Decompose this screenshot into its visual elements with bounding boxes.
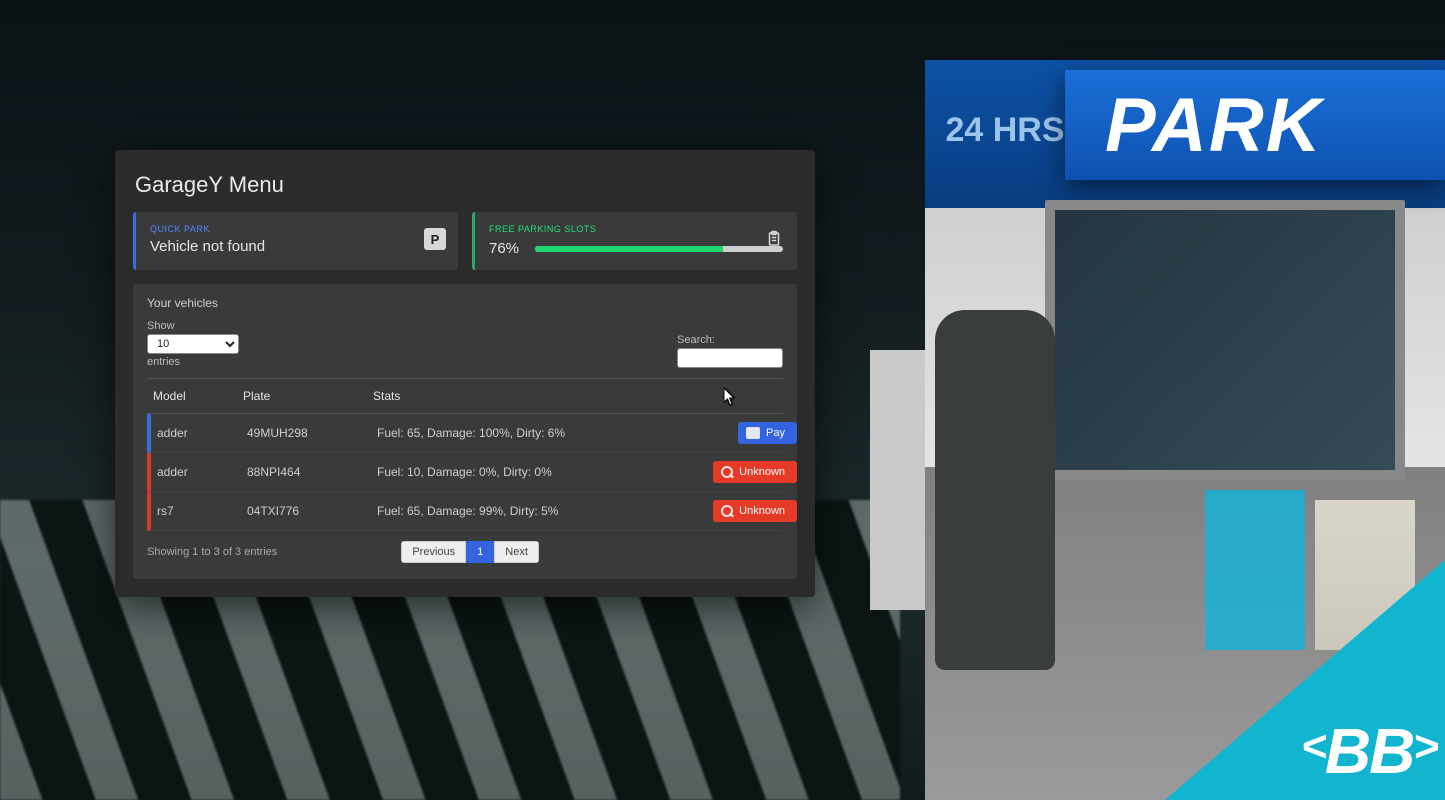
entries-label: entries <box>147 356 239 368</box>
unknown-button[interactable]: Unknown <box>713 461 797 483</box>
parking-icon[interactable]: P <box>424 228 446 250</box>
quick-park-value: Vehicle not found <box>150 238 444 255</box>
guard-npc <box>935 310 1055 670</box>
garage-menu: GarageY Menu QUICK PARK Vehicle not foun… <box>115 150 815 597</box>
parking-sign: PARK <box>1065 70 1445 180</box>
free-slots-progress <box>535 246 783 252</box>
quick-park-card: QUICK PARK Vehicle not found P <box>133 212 458 270</box>
col-stats[interactable]: Stats <box>373 389 673 403</box>
quick-park-label: QUICK PARK <box>150 224 444 234</box>
card-icon <box>746 427 760 439</box>
summary-cards: QUICK PARK Vehicle not found P FREE PARK… <box>133 212 797 270</box>
vehicles-title: Your vehicles <box>147 296 783 310</box>
table-row[interactable]: adder 88NPI464 Fuel: 10, Damage: 0%, Dir… <box>147 453 783 492</box>
search-icon <box>721 505 733 517</box>
cell-model: adder <box>157 465 247 479</box>
free-slots-card: FREE PARKING SLOTS 76% <box>472 212 797 270</box>
cell-plate: 88NPI464 <box>247 465 377 479</box>
unknown-button[interactable]: Unknown <box>713 500 797 522</box>
search-icon <box>721 466 733 478</box>
unknown-label: Unknown <box>739 505 785 517</box>
bracket-right-icon: > <box>1413 722 1437 771</box>
search-label: Search: <box>677 334 783 346</box>
booth-window <box>1045 200 1405 480</box>
col-plate[interactable]: Plate <box>243 389 373 403</box>
table-body: adder 49MUH298 Fuel: 65, Damage: 100%, D… <box>147 414 783 531</box>
entries-info: Showing 1 to 3 of 3 entries <box>147 546 277 558</box>
next-button[interactable]: Next <box>494 541 539 563</box>
free-slots-progress-fill <box>535 246 723 252</box>
cell-plate: 04TXI776 <box>247 504 377 518</box>
prev-button[interactable]: Previous <box>401 541 466 563</box>
show-label: Show <box>147 320 239 332</box>
menu-title: GarageY Menu <box>135 172 797 198</box>
pagination: Previous 1 Next <box>401 541 539 563</box>
bracket-left-icon: < <box>1301 722 1325 771</box>
page-1-button[interactable]: 1 <box>466 541 494 563</box>
brand-text: BB <box>1325 715 1413 787</box>
vehicles-section: Your vehicles Show 10 entries Search: Mo… <box>133 284 797 579</box>
pay-label: Pay <box>766 427 785 439</box>
search-input[interactable] <box>677 348 783 368</box>
free-slots-percent: 76% <box>489 240 525 257</box>
cell-model: rs7 <box>157 504 247 518</box>
table-row[interactable]: rs7 04TXI776 Fuel: 65, Damage: 99%, Dirt… <box>147 492 783 531</box>
unknown-label: Unknown <box>739 466 785 478</box>
search-control: Search: <box>677 334 783 368</box>
cell-plate: 49MUH298 <box>247 426 377 440</box>
clipboard-icon[interactable] <box>763 228 785 250</box>
brand-logo: <BB> <box>1301 714 1437 788</box>
cell-stats: Fuel: 10, Damage: 0%, Dirty: 0% <box>377 465 677 479</box>
pay-button[interactable]: Pay <box>738 422 797 444</box>
col-model[interactable]: Model <box>153 389 243 403</box>
cell-model: adder <box>157 426 247 440</box>
table-controls: Show 10 entries Search: <box>147 320 783 368</box>
hours-sign: 24 HRS <box>945 100 1065 160</box>
table-footer: Showing 1 to 3 of 3 entries Previous 1 N… <box>147 541 783 563</box>
table-header: Model Plate Stats <box>147 378 783 414</box>
cell-stats: Fuel: 65, Damage: 100%, Dirty: 6% <box>377 426 677 440</box>
table-row[interactable]: adder 49MUH298 Fuel: 65, Damage: 100%, D… <box>147 414 783 453</box>
show-select[interactable]: 10 <box>147 334 239 354</box>
cell-stats: Fuel: 65, Damage: 99%, Dirty: 5% <box>377 504 677 518</box>
free-slots-label: FREE PARKING SLOTS <box>489 224 783 234</box>
show-entries-control: Show 10 entries <box>147 320 239 368</box>
